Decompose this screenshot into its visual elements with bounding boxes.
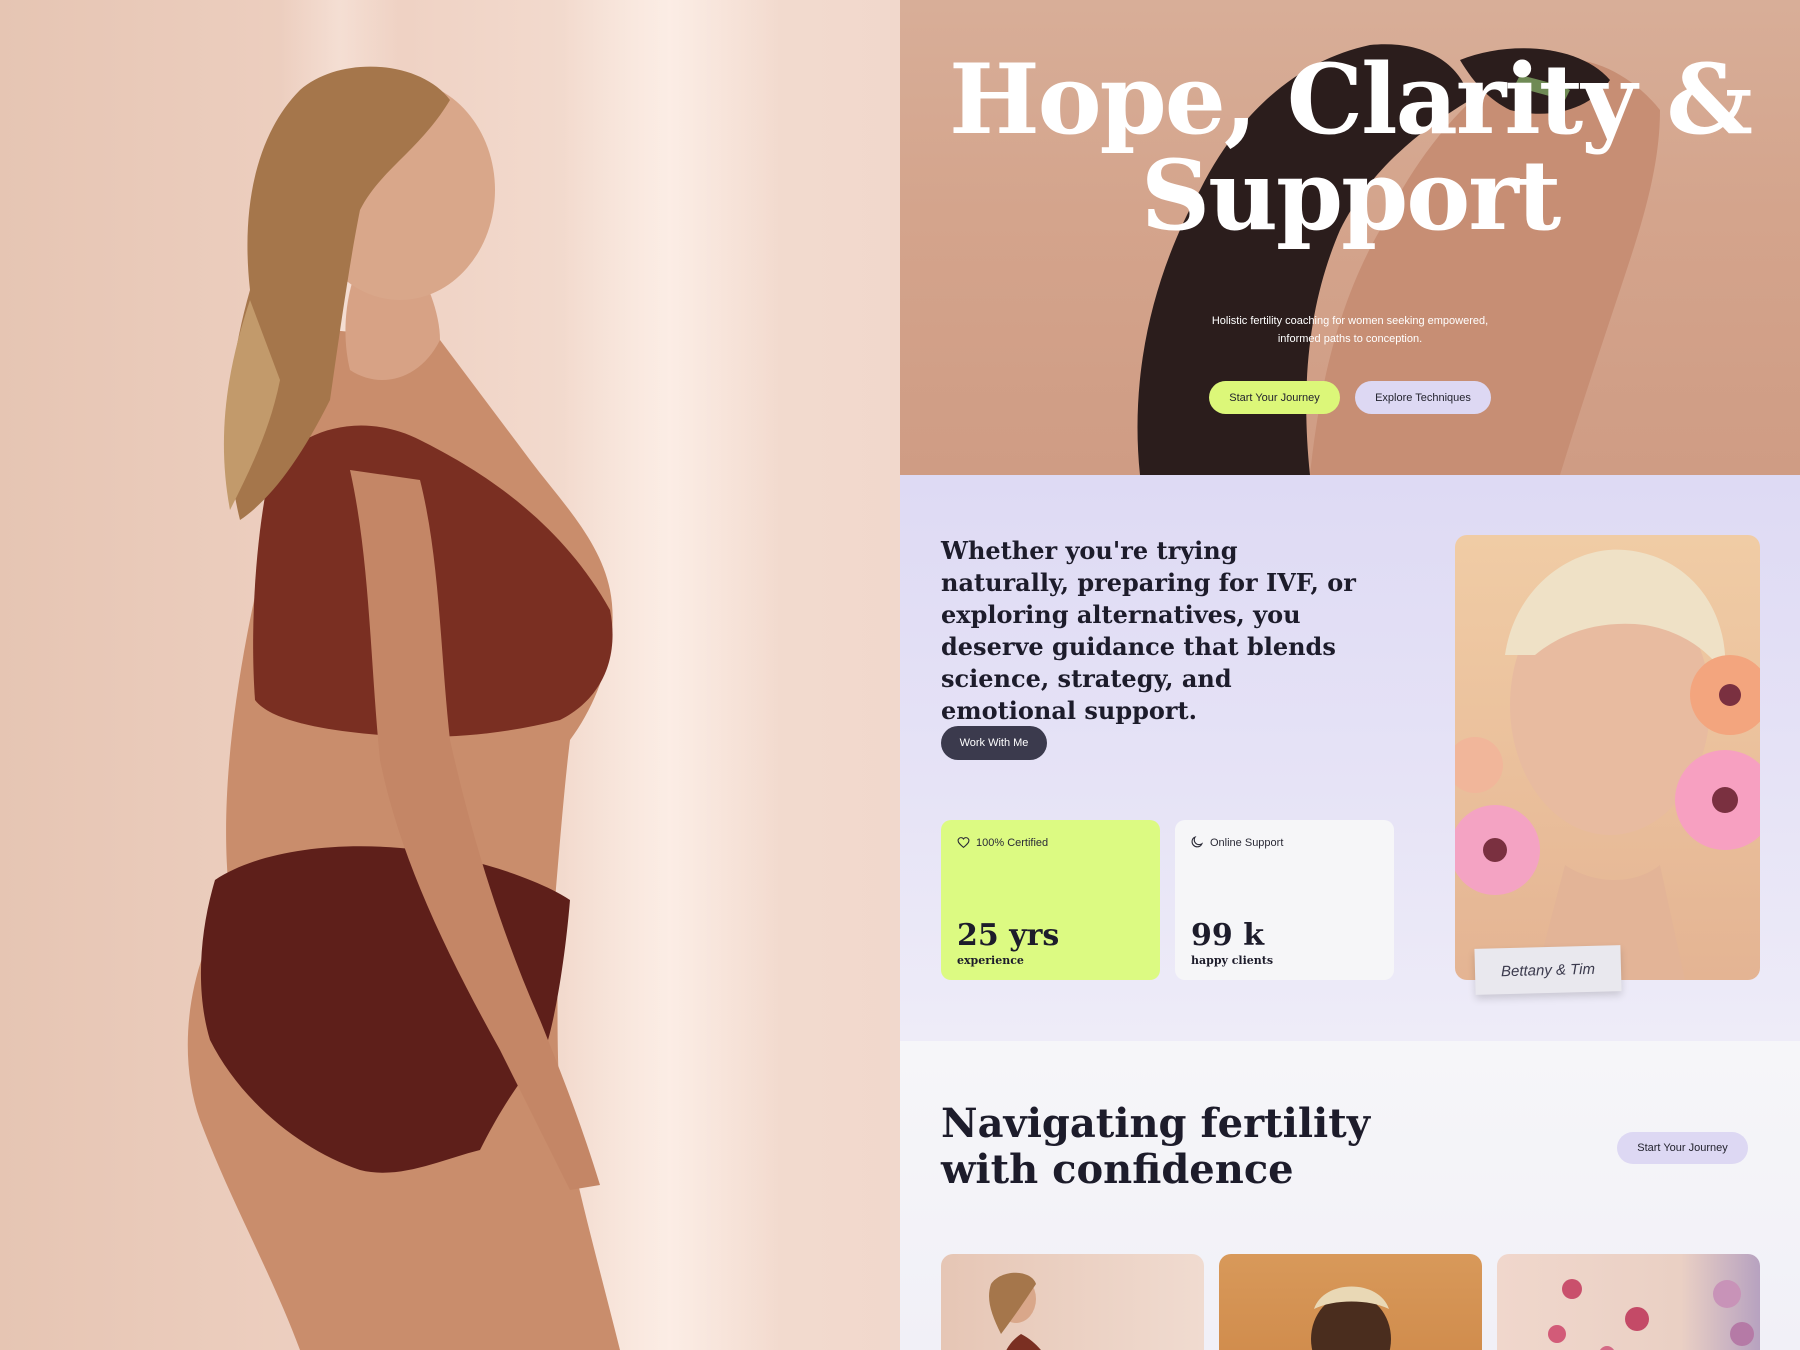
explore-techniques-button[interactable]: Explore Techniques <box>1355 381 1491 414</box>
stat-card-experience: 100% Certified 25 yrs experience <box>941 820 1160 980</box>
navigating-section: Navigating fertility with confidence Sta… <box>900 1041 1800 1350</box>
hero-section: Hope, Clarity & Support Holistic fertili… <box>900 0 1800 475</box>
card-tag: Online Support <box>1191 836 1378 849</box>
section-title: Navigating fertility with confidence <box>941 1100 1370 1193</box>
portrait-illustration <box>1455 549 1760 980</box>
start-journey-button[interactable]: Start Your Journey <box>1617 1132 1748 1164</box>
hero-subtitle: Holistic fertility coaching for women se… <box>1211 315 1489 345</box>
client-portrait-photo <box>1455 535 1760 980</box>
card-caption: happy clients <box>1191 954 1274 967</box>
intro-section: Whether you're trying naturally, prepari… <box>900 475 1800 1041</box>
woman-figure-illustration <box>187 66 620 1350</box>
intro-text: Whether you're trying naturally, prepari… <box>941 536 1356 725</box>
woman-thumbnail <box>989 1272 1041 1350</box>
feature-card-image[interactable] <box>941 1254 1204 1350</box>
feature-card-image[interactable] <box>1219 1254 1482 1350</box>
hero-title-line-2: Support <box>1140 139 1561 252</box>
card-tag-label: 100% Certified <box>976 836 1049 849</box>
landing-page-preview: Hope, Clarity & Support Holistic fertili… <box>900 0 1800 1350</box>
hero-side-photo <box>0 0 900 1350</box>
card-value: 25 yrs <box>957 918 1060 953</box>
hero-title: Hope, Clarity & Support <box>900 52 1800 244</box>
tattoo-thumbnail <box>1548 1279 1754 1350</box>
feature-card-image[interactable] <box>1497 1254 1760 1350</box>
card-caption: experience <box>957 954 1024 967</box>
card-value: 99 k <box>1191 918 1264 953</box>
card-tag-label: Online Support <box>1210 836 1284 849</box>
card-tag: 100% Certified <box>957 836 1144 849</box>
portrait-caption-note: Bettany & Tim <box>1474 945 1622 995</box>
smiling-woman-thumbnail <box>1311 1286 1391 1350</box>
heart-icon <box>957 837 970 849</box>
start-journey-button[interactable]: Start Your Journey <box>1209 381 1340 414</box>
work-with-me-button[interactable]: Work With Me <box>941 726 1047 760</box>
moon-icon <box>1191 836 1204 848</box>
stat-card-clients: Online Support 99 k happy clients <box>1175 820 1394 980</box>
